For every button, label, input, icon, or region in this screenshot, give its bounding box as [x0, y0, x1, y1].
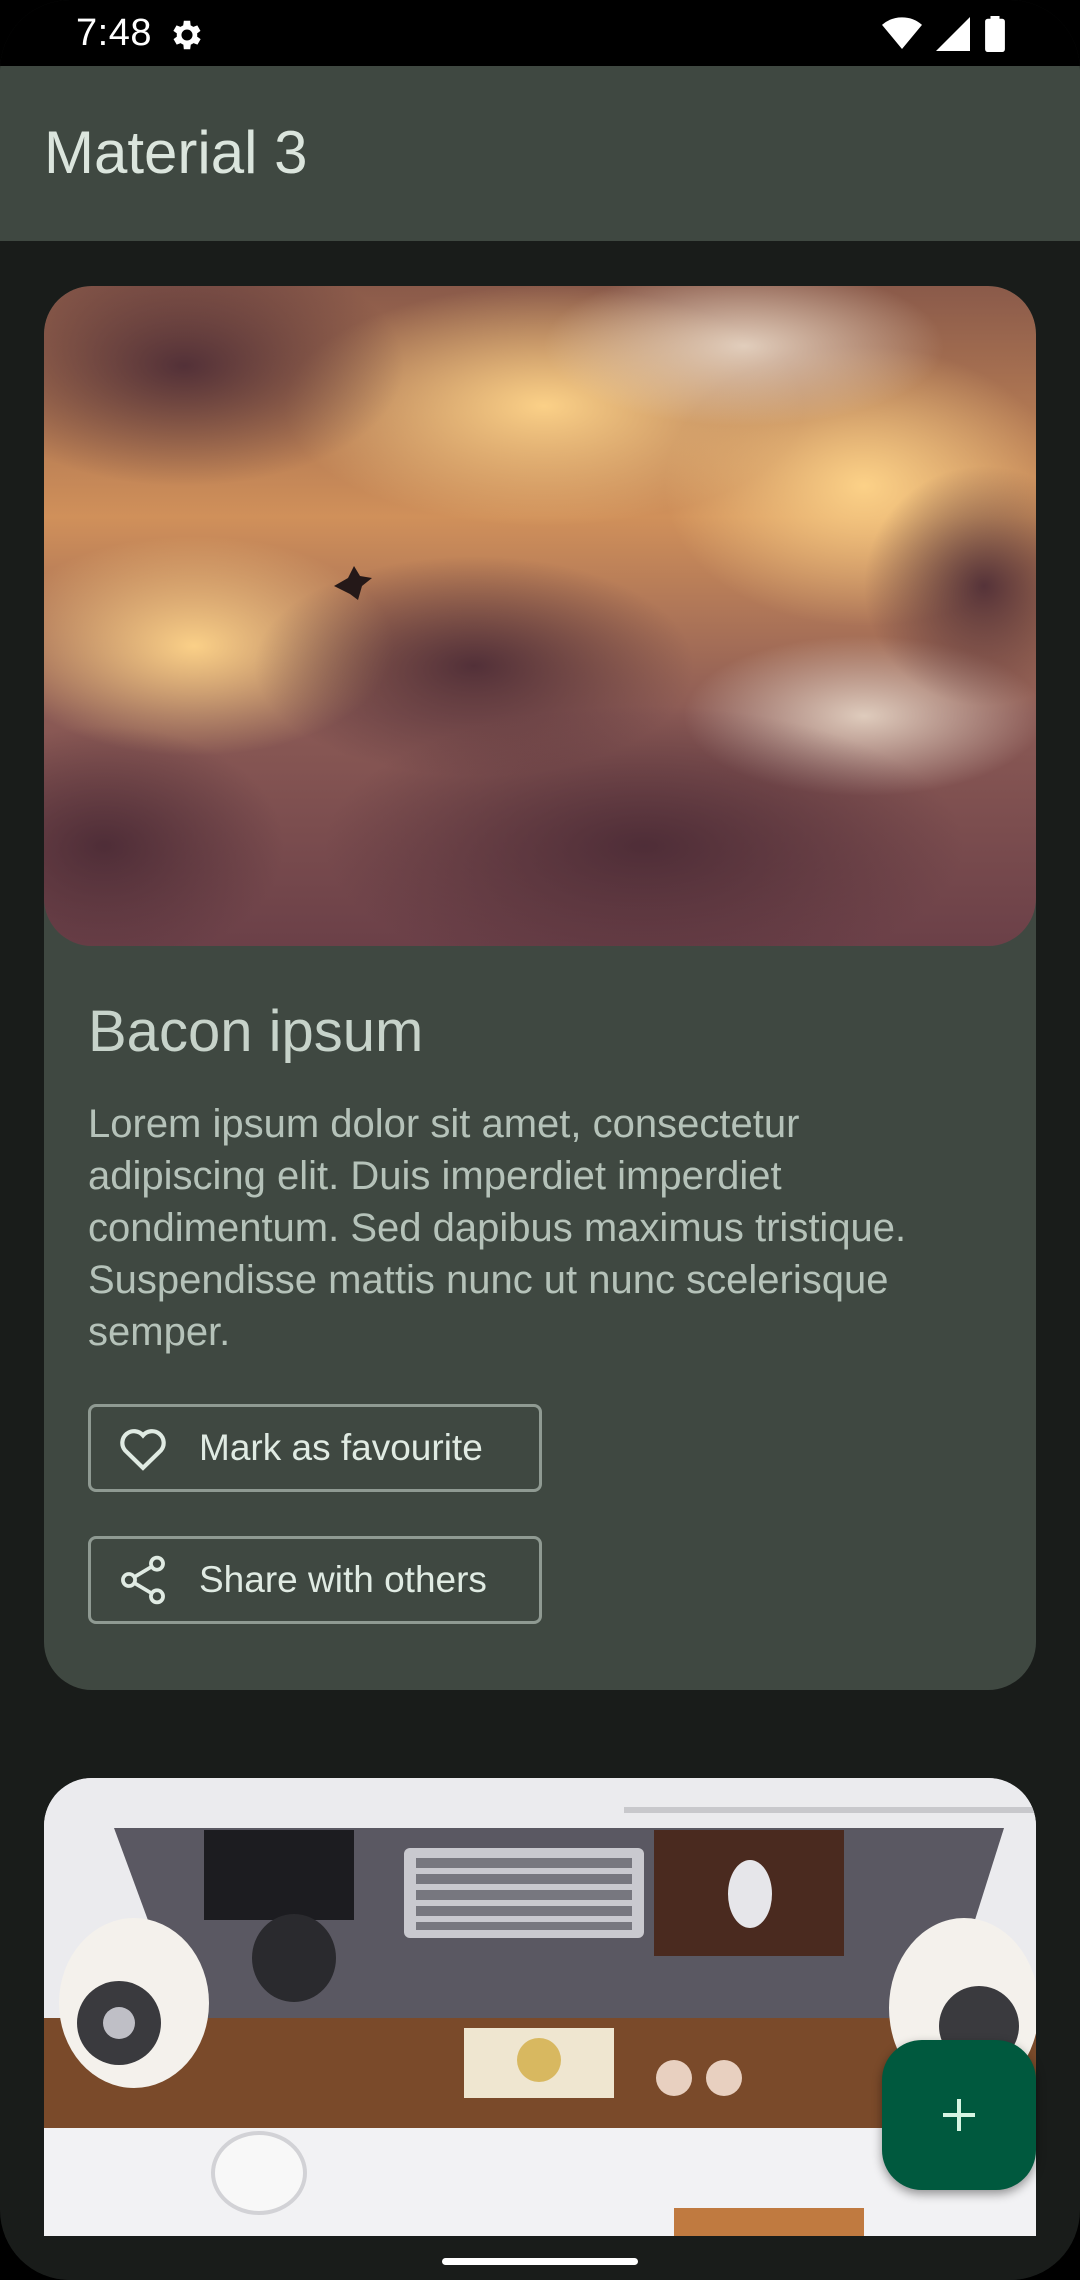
- sunset-clouds-photo: [44, 286, 1036, 946]
- status-time: 7:48: [76, 12, 152, 54]
- system-navigation-bar: [0, 2236, 1080, 2280]
- share-icon: [121, 1555, 165, 1605]
- heart-outline-icon: [120, 1429, 166, 1471]
- mark-as-favourite-button[interactable]: Mark as favourite: [88, 1404, 542, 1492]
- add-fab-button[interactable]: [882, 2040, 1036, 2190]
- card-body-text: Lorem ipsum dolor sit amet, consectetur …: [88, 1102, 907, 1354]
- app-title: Material 3: [44, 119, 308, 186]
- content-card[interactable]: Bacon ipsum Lorem ipsum dolor sit amet, …: [44, 286, 1036, 1690]
- plus-icon: [943, 2099, 975, 2131]
- status-bar: 7:48: [0, 0, 1080, 66]
- cellular-signal-icon: [936, 17, 970, 51]
- share-with-others-button[interactable]: Share with others: [88, 1536, 542, 1624]
- top-app-bar: Material 3: [0, 66, 1080, 241]
- card-image-sunset: [44, 286, 1036, 946]
- share-with-others-label: Share with others: [199, 1559, 487, 1600]
- status-icons: [882, 16, 1006, 52]
- card-title: Bacon ipsum: [88, 999, 424, 1064]
- gesture-nav-handle[interactable]: [442, 2258, 638, 2265]
- battery-icon: [985, 16, 1005, 52]
- settings-gear-icon: [173, 20, 201, 50]
- app-screen: 7:48 Material 3 Bacon ipsum Lorem ipsum …: [0, 0, 1080, 2280]
- wifi-icon: [882, 17, 922, 49]
- mark-as-favourite-label: Mark as favourite: [199, 1427, 483, 1468]
